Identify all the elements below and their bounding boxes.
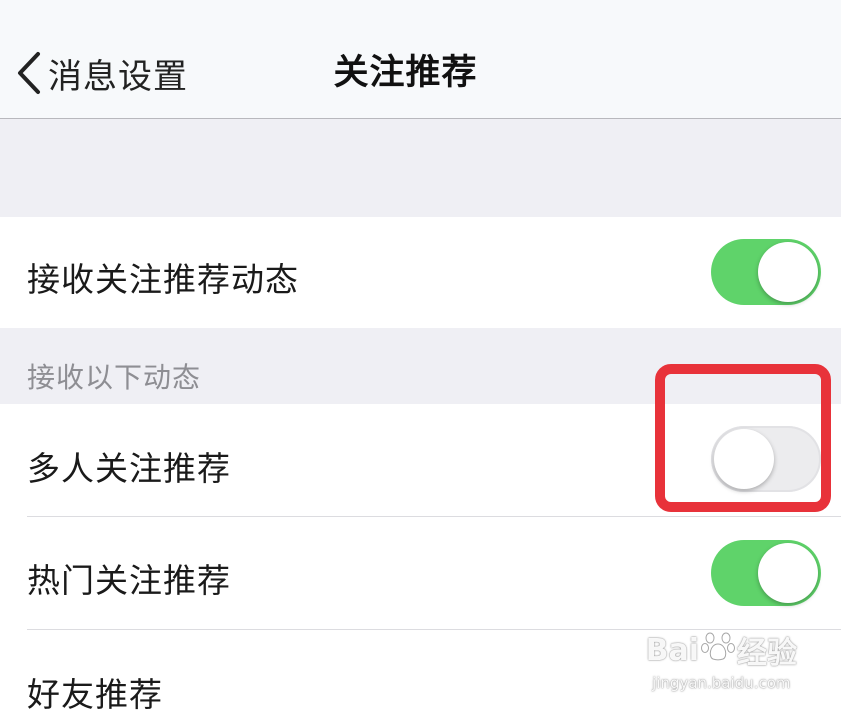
- popular-follow-recommendation-toggle[interactable]: [711, 540, 821, 606]
- section-header-label: 接收以下动态: [27, 361, 202, 394]
- setting-label: 热门关注推荐: [27, 561, 231, 600]
- toggle-knob: [758, 543, 818, 603]
- multi-follow-recommendation-toggle[interactable]: [711, 426, 821, 492]
- page-title: 关注推荐: [333, 53, 478, 93]
- navigation-bar: 消息设置 关注推荐: [0, 0, 841, 119]
- row-divider: [27, 629, 841, 630]
- receive-follow-recommendations-toggle[interactable]: [711, 239, 821, 305]
- screen: 消息设置 关注推荐 接收关注推荐动态 接收以下动态 多人关注推荐 热门关注推荐: [0, 0, 841, 723]
- settings-group: 多人关注推荐 热门关注推荐 好友推荐: [0, 404, 841, 723]
- row-divider: [27, 516, 841, 517]
- section-header: 接收以下动态: [0, 328, 841, 404]
- toggle-knob: [758, 242, 818, 302]
- setting-row-receive-follow-recommendations: 接收关注推荐动态: [0, 217, 841, 328]
- setting-label: 多人关注推荐: [27, 449, 231, 488]
- setting-label: 好友推荐: [27, 675, 163, 714]
- section-spacer: [0, 119, 841, 217]
- setting-label: 接收关注推荐动态: [27, 260, 299, 299]
- toggle-knob: [714, 429, 774, 489]
